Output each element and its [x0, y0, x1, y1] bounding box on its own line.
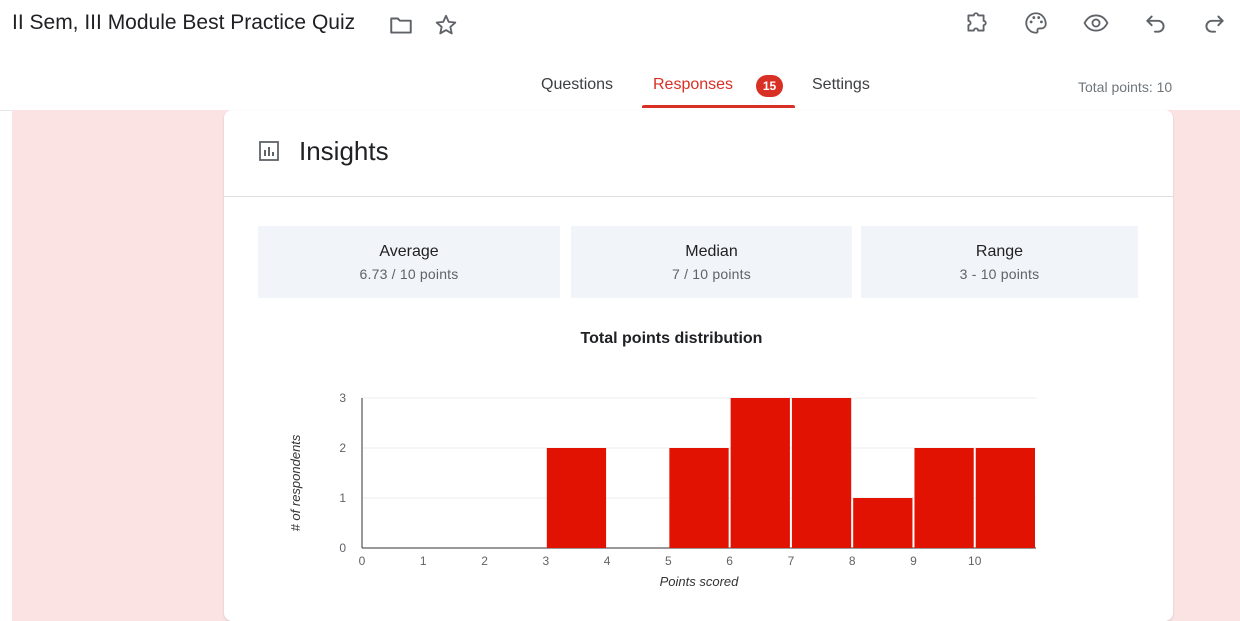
star-icon[interactable] — [433, 12, 459, 38]
tab-questions[interactable]: Questions — [541, 76, 613, 94]
redo-icon[interactable] — [1201, 10, 1227, 36]
histogram-bar — [791, 398, 852, 548]
total-points-label: Total points: 10 — [1078, 79, 1173, 95]
y-tick-label: 1 — [339, 491, 346, 505]
x-tick-label: 8 — [849, 554, 856, 568]
histogram-bar — [730, 398, 790, 548]
histogram-bar — [853, 498, 913, 548]
y-tick-label: 3 — [339, 391, 346, 405]
x-tick-label: 10 — [968, 554, 982, 568]
preview-eye-icon[interactable] — [1083, 10, 1109, 36]
x-tick-label: 9 — [910, 554, 917, 568]
histogram-bar — [914, 448, 974, 548]
x-tick-label: 7 — [788, 554, 795, 568]
x-tick-label: 6 — [726, 554, 733, 568]
x-axis-title: Points scored — [660, 574, 740, 589]
y-axis-title: # of respondents — [288, 434, 303, 531]
histogram-bar — [669, 448, 729, 548]
x-tick-label: 4 — [604, 554, 611, 568]
y-tick-label: 2 — [339, 441, 346, 455]
addon-icon[interactable] — [963, 10, 989, 36]
histogram-bar — [546, 448, 607, 548]
insights-card: Insights Average 6.73 / 10 points Median… — [224, 110, 1173, 621]
x-tick-label: 3 — [542, 554, 549, 568]
top-bar: II Sem, III Module Best Practice Quiz — [0, 0, 1240, 50]
active-tab-indicator — [642, 105, 795, 108]
x-tick-label: 5 — [665, 554, 672, 568]
histogram-bar — [975, 448, 1035, 548]
points-distribution-chart: 0 1 2 3 0 1 2 3 4 5 6 7 8 9 10 Points scored # of respon… — [288, 391, 1036, 589]
responses-count-badge: 15 — [756, 75, 783, 97]
x-tick-label: 0 — [359, 554, 366, 568]
undo-icon[interactable] — [1143, 10, 1169, 36]
form-title[interactable]: II Sem, III Module Best Practice Quiz — [12, 11, 355, 35]
x-tick-label: 1 — [420, 554, 427, 568]
tab-responses[interactable]: Responses — [653, 76, 733, 94]
y-tick-label: 0 — [339, 541, 346, 555]
tab-settings[interactable]: Settings — [812, 76, 870, 94]
palette-icon[interactable] — [1023, 10, 1049, 36]
x-tick-label: 2 — [481, 554, 488, 568]
tabs-bar: Questions Responses Settings — [0, 60, 1240, 111]
folder-icon[interactable] — [388, 12, 414, 38]
